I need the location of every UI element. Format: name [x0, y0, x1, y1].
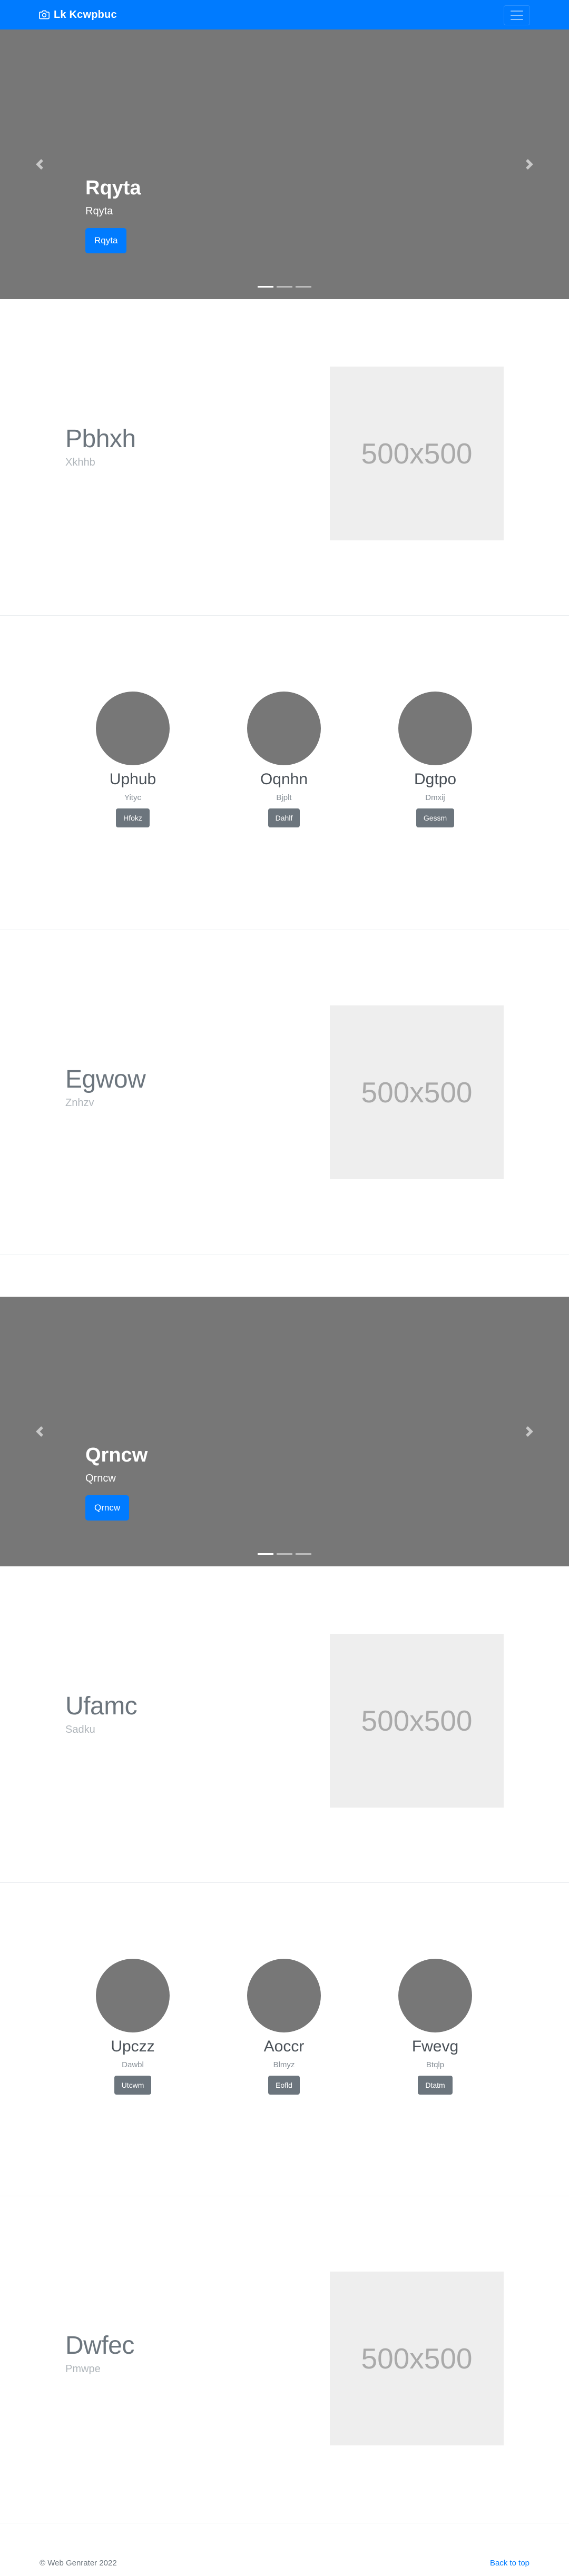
featurette-subtext: Xkhhb [65, 456, 95, 468]
column-button[interactable]: Eofld [268, 2076, 300, 2095]
carousel-indicator[interactable] [296, 286, 311, 288]
carousel-text: Qrncw [85, 1473, 116, 1484]
column-subtitle: Yityc [124, 793, 141, 802]
featurette-2: Egwow Znhzv 500x500 [0, 930, 569, 1255]
column-subtitle: Btqlp [426, 2060, 445, 2069]
placeholder-avatar [398, 1959, 472, 2032]
hero-carousel-1: Rqyta Rqyta Rqyta [0, 29, 569, 299]
carousel-prev-button[interactable] [0, 29, 79, 299]
placeholder-avatar [96, 692, 170, 765]
featurette-1: Pbhxh Xkhhb 500x500 [0, 299, 569, 615]
featurette-heading: Ufamc [65, 1692, 138, 1720]
marketing-column: Dgtpo Dmxij Gessm [369, 692, 501, 827]
carousel-indicators [0, 286, 569, 288]
carousel-indicator[interactable] [296, 1553, 311, 1555]
featurette-text: Pbhxh Xkhhb [65, 425, 136, 469]
camera-icon [39, 10, 50, 19]
brand-name: Lk Kcwpbuc [54, 8, 117, 21]
featurette-3: Ufamc Sadku 500x500 [0, 1566, 569, 1882]
column-title: Aoccr [263, 2038, 305, 2055]
carousel-next-button[interactable] [490, 1297, 569, 1566]
navbar-toggler-button[interactable] [504, 5, 530, 25]
carousel-cta-button[interactable]: Qrncw [85, 1495, 130, 1521]
marketing-row-2: Upczz Dawbl Utcwm Aoccr Blmyz Eofld Fwev… [0, 1883, 569, 2196]
featurette-subtext: Pmwpe [65, 2363, 101, 2375]
featurette-image: 500x500 [330, 367, 504, 540]
marketing-column: Uphub Yityc Hfokz [67, 692, 199, 827]
column-title: Uphub [109, 771, 156, 788]
marketing-row-1: Uphub Yityc Hfokz Oqnhn Bjplt Dahlf Dgtp… [0, 616, 569, 930]
marketing-column: Upczz Dawbl Utcwm [67, 1959, 199, 2095]
chevron-right-icon [526, 1426, 533, 1437]
marketing-column: Fwevg Btqlp Dtatm [369, 1959, 501, 2095]
marketing-column: Oqnhn Bjplt Dahlf [218, 692, 350, 827]
brand-link[interactable]: Lk Kcwpbuc [39, 8, 117, 22]
column-button[interactable]: Dahlf [268, 808, 300, 827]
placeholder-avatar [247, 1959, 321, 2032]
carousel-cta-button[interactable]: Rqyta [85, 228, 127, 253]
carousel-heading: Rqyta [85, 177, 141, 200]
marketing-column: Aoccr Blmyz Eofld [218, 1959, 350, 2095]
column-button[interactable]: Gessm [416, 808, 455, 827]
column-subtitle: Dawbl [122, 2060, 144, 2069]
copyright-text: © Web Genrater 2022 [40, 2559, 117, 2568]
featurette-text: Egwow Znhzv [65, 1065, 146, 1109]
column-title: Dgtpo [414, 771, 457, 788]
carousel-indicator[interactable] [277, 286, 292, 288]
hamburger-menu-icon [511, 11, 523, 20]
carousel-heading: Qrncw [85, 1444, 148, 1467]
hero-carousel-2: Qrncw Qrncw Qrncw [0, 1297, 569, 1566]
carousel-next-button[interactable] [490, 29, 569, 299]
carousel-indicator[interactable] [277, 1553, 292, 1555]
column-title: Fwevg [411, 2038, 459, 2055]
carousel-caption: Qrncw Qrncw Qrncw [85, 1444, 148, 1521]
back-to-top-link[interactable]: Back to top [490, 2559, 529, 2568]
carousel-caption: Rqyta Rqyta Rqyta [85, 176, 141, 253]
carousel-indicators [0, 1553, 569, 1555]
placeholder-avatar [398, 692, 472, 765]
carousel-indicator[interactable] [258, 286, 273, 288]
column-title: Oqnhn [260, 771, 308, 788]
carousel-text: Rqyta [85, 205, 113, 217]
column-title: Upczz [111, 2038, 155, 2055]
chevron-left-icon [36, 1426, 43, 1437]
column-button[interactable]: Hfokz [116, 808, 150, 827]
image-size-label: 500x500 [361, 437, 473, 470]
image-size-label: 500x500 [361, 1704, 473, 1737]
featurette-subtext: Znhzv [65, 1097, 94, 1109]
column-button[interactable]: Dtatm [418, 2076, 453, 2095]
image-size-label: 500x500 [361, 1076, 473, 1109]
column-subtitle: Blmyz [273, 2060, 295, 2069]
placeholder-avatar [96, 1959, 170, 2032]
column-button[interactable]: Utcwm [114, 2076, 152, 2095]
navbar: Lk Kcwpbuc [0, 0, 569, 29]
featurette-image: 500x500 [330, 1634, 504, 1808]
featurette-heading: Egwow [65, 1065, 146, 1093]
featurette-image: 500x500 [330, 2272, 504, 2445]
featurette-image: 500x500 [330, 1005, 504, 1179]
featurette-text: Dwfec Pmwpe [65, 2332, 134, 2375]
carousel-indicator[interactable] [258, 1553, 273, 1555]
image-size-label: 500x500 [361, 2342, 473, 2375]
carousel-prev-button[interactable] [0, 1297, 79, 1566]
featurette-heading: Pbhxh [65, 425, 136, 453]
column-subtitle: Dmxij [425, 793, 445, 802]
footer: © Web Genrater 2022 Back to top [0, 2555, 569, 2571]
featurette-subtext: Sadku [65, 1723, 95, 1735]
placeholder-avatar [247, 692, 321, 765]
column-subtitle: Bjplt [276, 793, 292, 802]
featurette-heading: Dwfec [65, 2332, 134, 2360]
featurette-text: Ufamc Sadku [65, 1692, 138, 1736]
featurette-4: Dwfec Pmwpe 500x500 [0, 2196, 569, 2523]
chevron-right-icon [526, 159, 533, 170]
chevron-left-icon [36, 159, 43, 170]
